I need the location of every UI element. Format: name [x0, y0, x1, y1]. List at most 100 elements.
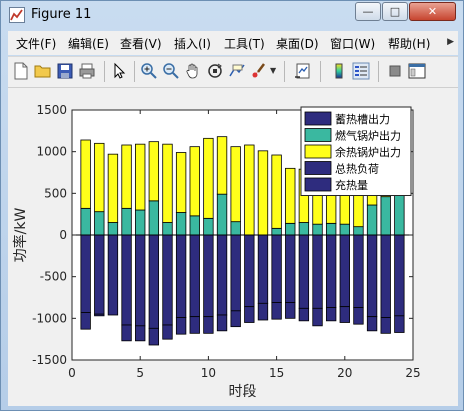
bar	[80, 139, 91, 209]
bar	[325, 222, 337, 236]
bar	[230, 146, 241, 223]
bar	[189, 146, 200, 217]
bar	[394, 315, 405, 333]
y-tick-label: 500	[44, 186, 67, 200]
x-tick-label: 5	[136, 366, 144, 380]
y-tick-label: 0	[59, 228, 67, 242]
bar	[312, 234, 323, 309]
bar	[312, 307, 323, 327]
bar	[271, 154, 282, 229]
menu-help[interactable]: 帮助(H)	[388, 35, 430, 52]
bar	[257, 234, 269, 304]
title-bar[interactable]: Figure 11 — □ ✕	[1, 1, 463, 29]
bar	[107, 222, 119, 236]
bar	[189, 316, 200, 334]
bar	[203, 316, 214, 334]
bar	[94, 313, 105, 317]
bar	[366, 234, 378, 318]
save-icon[interactable]	[56, 62, 74, 80]
bar	[203, 137, 214, 219]
bar	[230, 234, 241, 312]
bar	[148, 141, 160, 202]
bar	[244, 234, 255, 308]
brush-dropdown-arrow-icon[interactable]: ▼	[270, 66, 276, 75]
x-tick-label: 10	[201, 366, 216, 380]
rotate-3d-icon[interactable]	[206, 62, 224, 80]
bar	[271, 234, 282, 303]
close-button[interactable]: ✕	[409, 2, 456, 21]
colorbar-icon[interactable]	[330, 62, 348, 80]
figure-window: Figure 11 — □ ✕ 文件(F) 编辑(E) 查看(V) 插入(I) …	[0, 0, 464, 411]
maximize-button[interactable]: □	[382, 2, 408, 21]
bar	[244, 306, 255, 323]
pan-hand-icon[interactable]	[184, 62, 202, 80]
toolbar-separator	[284, 61, 285, 82]
x-tick-label: 25	[405, 366, 420, 380]
menu-file[interactable]: 文件(F)	[16, 35, 56, 52]
bar	[94, 142, 105, 213]
legend-icon[interactable]	[352, 62, 370, 80]
bar	[80, 234, 91, 313]
bar	[175, 317, 187, 335]
bar	[325, 234, 337, 308]
link-plot-icon[interactable]	[294, 62, 312, 80]
bar	[80, 207, 91, 236]
bar	[257, 302, 269, 321]
bar	[366, 316, 378, 332]
new-figure-icon[interactable]	[12, 62, 30, 80]
bar	[162, 222, 173, 236]
show-plot-tools-icon[interactable]	[408, 62, 426, 80]
bar	[298, 234, 310, 309]
bar	[216, 314, 228, 332]
bar	[325, 307, 337, 322]
menu-window[interactable]: 窗口(W)	[330, 35, 375, 52]
bar	[285, 234, 296, 303]
menu-desktop[interactable]: 桌面(D)	[276, 35, 319, 52]
brush-icon[interactable]	[250, 62, 268, 80]
bar	[162, 324, 173, 340]
legend-swatch	[304, 144, 332, 159]
bar	[394, 234, 405, 317]
y-tick-label: -1500	[32, 353, 67, 367]
print-icon[interactable]	[78, 62, 96, 80]
bar	[285, 302, 296, 319]
hide-plot-tools-icon[interactable]	[386, 62, 404, 80]
y-tick-label: -500	[40, 270, 67, 284]
menu-insert[interactable]: 插入(I)	[174, 35, 211, 52]
bar	[175, 152, 187, 213]
minimize-icon: —	[362, 5, 374, 18]
zoom-out-icon[interactable]	[162, 62, 180, 80]
matlab-figure-icon	[9, 7, 25, 23]
bar	[135, 143, 146, 211]
bar	[162, 143, 173, 223]
bar	[312, 223, 323, 236]
menu-overflow-arrow-icon[interactable]: ▶	[447, 37, 454, 47]
bar	[271, 302, 282, 320]
zoom-in-icon[interactable]	[140, 62, 158, 80]
bar	[148, 234, 160, 329]
menu-tools[interactable]: 工具(T)	[224, 35, 265, 52]
x-axis-label: 时段	[229, 384, 257, 400]
x-tick-label: 0	[68, 366, 76, 380]
x-tick-label: 15	[269, 366, 284, 380]
bar	[230, 310, 241, 328]
y-tick-label: 1500	[36, 103, 67, 117]
toolbar-separator	[320, 61, 321, 82]
bar	[107, 234, 119, 316]
figure-toolbar: ▼	[8, 56, 458, 87]
bar	[135, 234, 146, 327]
bar	[298, 307, 310, 322]
bar	[162, 234, 173, 326]
data-cursor-icon[interactable]	[228, 62, 246, 80]
close-icon: ✕	[427, 5, 438, 18]
minimize-button[interactable]: —	[355, 2, 381, 21]
legend-swatch	[304, 128, 332, 142]
menu-edit[interactable]: 编辑(E)	[68, 35, 109, 52]
open-file-icon[interactable]	[34, 62, 52, 80]
edit-plot-arrow-icon[interactable]	[110, 62, 128, 80]
bar	[107, 153, 119, 223]
bar	[148, 327, 160, 346]
legend-swatch	[304, 161, 332, 175]
legend-label: 总热负荷	[335, 162, 379, 176]
menu-view[interactable]: 查看(V)	[120, 35, 162, 52]
